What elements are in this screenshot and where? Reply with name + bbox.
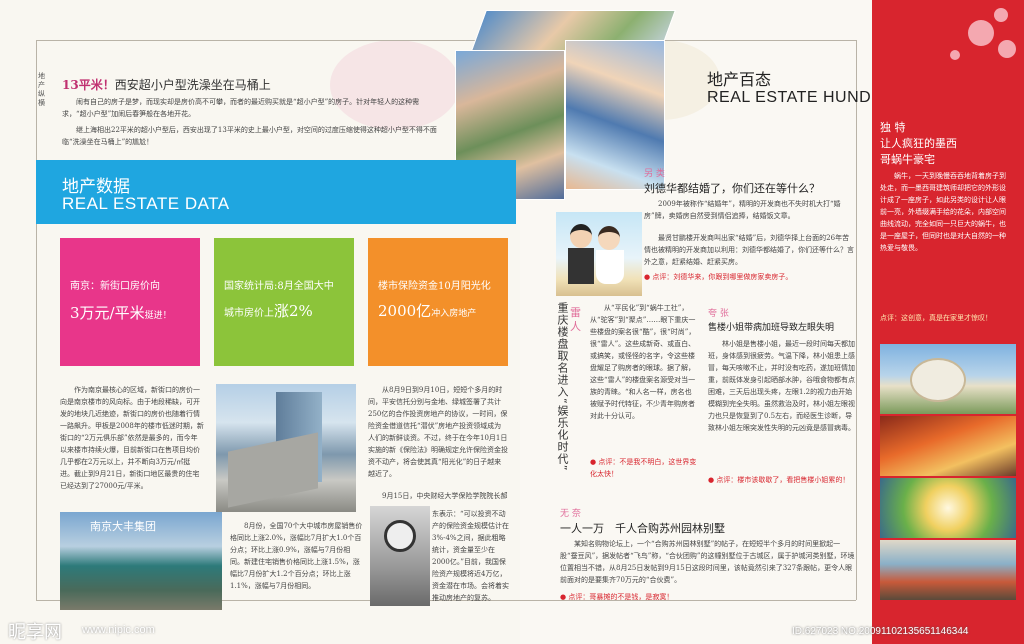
decor-circle (998, 40, 1016, 58)
article-paragraph: 某知名购物论坛上，一个“合购苏州园林别墅”的帖子，在短短半个多月的时间里掀起一股… (560, 540, 855, 584)
vertical-headline: 重庆楼盘取名进入“娱乐化时代” (556, 302, 569, 472)
card-line2: 城市房价上 (224, 308, 274, 319)
data-card: 南京：新街口房价向 3万元/平米挺进！ (60, 238, 200, 366)
store-sign: 南京大丰集团 (90, 520, 156, 533)
article-paragraph: 继上海相出22平米的超小户型后，西安出现了13平米的史上最小户型，对空间的过度压… (62, 126, 437, 146)
article-headline: 一人一万 千人合购苏州园林别墅 (560, 522, 725, 535)
article-tag: 无 奈 (560, 509, 581, 519)
sculpture-shape (228, 432, 318, 508)
comment-line: ● 点评：哥暴摊的不是钱，是寂寞！ (560, 592, 850, 602)
card-highlight: 3万元/平米 (70, 304, 145, 322)
watermark-id: ID:627023 NO:20091102135651146344 (792, 626, 969, 637)
article-headline: 刘德华都结婚了，你们还在等什么？ (644, 182, 820, 195)
card-tail: 挺进！ (144, 311, 172, 321)
comment-icon: ● (590, 458, 597, 466)
watermark-site: www.nipic.com (82, 624, 155, 636)
bride-dress (596, 250, 624, 284)
article-tag: 另 类 (644, 169, 665, 179)
card-highlight: 涨2% (274, 302, 313, 320)
decor-circle (994, 8, 1008, 22)
article-headline: 13平米！西安超小户型洗澡坐在马桶上 (62, 76, 362, 93)
article-column: 蜗牛，一天到晚慢吞吞地背着房子到处走，而一墨西哥建筑师却把它的外形设计成了一座房… (880, 172, 1006, 252)
street-sign-photo (370, 506, 430, 606)
card-line: 国家统计局:8月全国大中 (224, 281, 334, 292)
comment-line: ● 点评：刘德华来，你跟到哪里做房家卖房子。 (644, 272, 854, 282)
groom-head (570, 224, 592, 248)
article-headline: 让人疯狂的墨西 (880, 137, 957, 150)
article-headline: 售楼小姐带病加班导致左眼失明 (708, 323, 835, 333)
bride-head (598, 226, 620, 250)
card-highlight: 2000亿 (378, 302, 432, 320)
article-column: 作为南京最核心的区域，新街口的房价一向是南京楼市的风向标。由于地段稀缺，可开发的… (60, 386, 204, 490)
snail-house-photo (880, 344, 1016, 414)
comment-text: 点评：刘德华来，你跟到哪里做房家卖房子。 (652, 273, 793, 281)
article-column: 8月份，全国70个大中城市房屋销售价格同比上涨2.0%，涨幅比7月扩大1.0个百… (230, 522, 363, 590)
watermark-logo: 昵享网 (8, 622, 62, 643)
article-paragraph: 2009年被称作“结婚年”，精明的开发商也不失时机大打“婚房”牌，卖婚房自然受到… (644, 200, 841, 220)
article-column: 9月15日，中央财经大学保险学院院长郝演苏表示：“可以预计今年年底，险资投资不动… (382, 492, 508, 500)
comment-text: 点评：不是我不明白，这世界变化太快！ (590, 458, 697, 478)
article-column: 林小姐是售楼小姐，最近一段时间每天都加班，身体感到很疲劳。气温下降，林小姐患上感… (708, 340, 855, 432)
comment-line: ● 点评：楼市该歇歇了，看把售楼小姐累的！ (708, 474, 856, 486)
headline-rest: 西安超小户型洗澡坐在马桶上 (114, 78, 271, 92)
data-banner: 地产数据 REAL ESTATE DATA (36, 160, 516, 224)
crop-line (36, 40, 37, 600)
article-column: 东表示：“可以投资不动产的保险资金规模估计在3%-4%之间，据此粗略统计，资金量… (432, 510, 509, 602)
card-tail: 冲入房地产 (431, 309, 477, 319)
card-line: 南京：新街口房价向 (70, 281, 160, 292)
right-red-column: 独 特 让人疯狂的墨西 哥蜗牛豪宅 蜗牛，一天到晚慢吞吞地背着房子到处走，而一墨… (872, 0, 1024, 644)
comment-text: 点评：楼市该歇歇了，看把售楼小姐累的！ (716, 476, 850, 484)
article-tag: 夸 张 (708, 309, 729, 319)
data-card: 楼市保险资金10月阳光化 2000亿冲入房地产 (368, 238, 508, 366)
snail-house-photo (880, 478, 1016, 538)
article-headline: 哥蜗牛豪宅 (880, 153, 935, 166)
snail-house-photo (880, 540, 1016, 600)
data-card: 国家统计局:8月全国大中 城市房价上涨2% (214, 238, 354, 366)
snail-shell-shape (910, 358, 966, 402)
article-column: 从8月9日到9月10日，短短个多月的时间，平安信托分别与金地、绿城签署了共计25… (368, 386, 508, 478)
article-tag: 雷 人 (570, 306, 584, 334)
comment-icon: ● (708, 476, 715, 484)
tag-char: 人 (570, 320, 581, 333)
section-title-zh: 地产百态 (707, 70, 772, 89)
comment-icon: ● (644, 273, 651, 281)
snail-house-photo (880, 416, 1016, 476)
article-column: 从“平民化”到“蜗牛工社”，从“驼客”到“聚点”……眼下重庆一些楼盘的案名很“酷… (590, 304, 696, 420)
couple-illustration (556, 212, 642, 296)
store-photo: 南京大丰集团 (60, 512, 222, 610)
comment-line: ● 点评：不是我不明白，这世界变化太快！ (590, 456, 698, 480)
sign-circle (384, 520, 416, 552)
side-label: 地产纵横 (38, 72, 45, 107)
crop-line (36, 40, 856, 41)
card-line: 楼市保险资金10月阳光化 (378, 281, 491, 292)
article-tag: 独 特 (880, 121, 906, 134)
tag-char: 雷 (570, 306, 581, 319)
headline-prefix: 13平米！ (62, 78, 115, 92)
banner-en: REAL ESTATE DATA (62, 194, 230, 213)
groom-body (568, 248, 594, 284)
decor-circle (968, 20, 994, 46)
comment-icon: ● (560, 593, 567, 601)
comment-line: 点评：这创意，真是在家里才惊叹！ (880, 314, 992, 322)
article-paragraph: 最贤甘鹏楼开发商叫出家“结婚”后，刘德华择上台面的26年苦情也被精明的开发商加以… (644, 234, 854, 266)
decor-circle (950, 50, 960, 60)
article-paragraph: 闹有自己的房子是梦，而现实却是房价高不可攀，而者的最近购买就是“超小户型”的房子… (62, 98, 420, 118)
building-photo (216, 384, 356, 512)
comment-text: 点评：哥暴摊的不是钱，是寂寞！ (568, 593, 674, 601)
